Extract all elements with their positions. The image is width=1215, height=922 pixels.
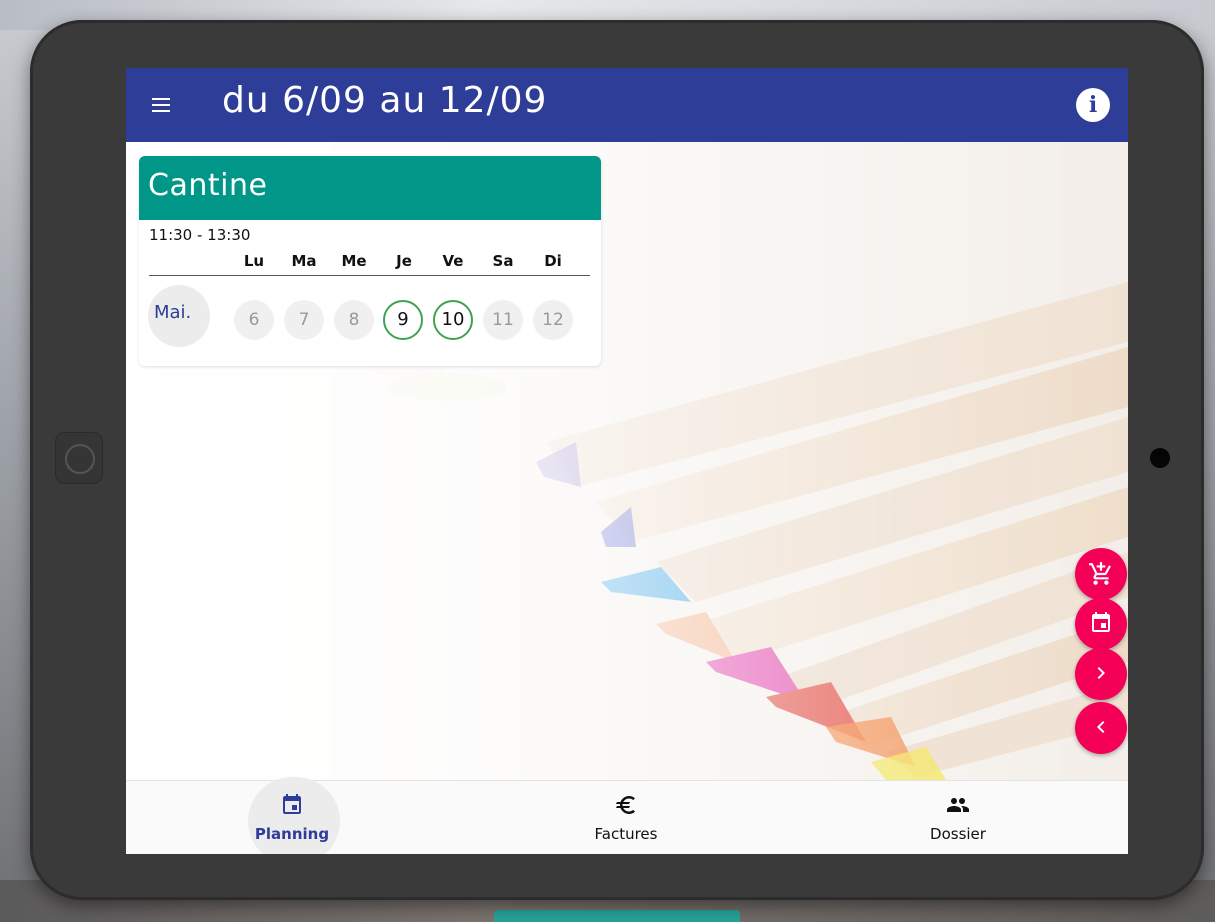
row-label: Mai. [154,302,192,323]
day-6[interactable]: 6 [234,300,274,340]
day-header: Lu [243,252,265,270]
stand-tab [494,910,740,922]
nav-item-dossier[interactable]: Dossier [858,781,1058,854]
calendar-icon [1092,612,1110,632]
day-headers: Lu Ma Me Je Ve Sa Di [139,252,601,274]
previous-week-button[interactable] [1075,702,1127,754]
day-header: Je [396,252,412,270]
nav-label: Dossier [930,825,986,843]
bottom-navigation: Planning Factures Dossier [126,777,1128,854]
calendar-button[interactable] [1075,598,1127,650]
nav-label: Factures [594,825,658,843]
add-to-cart-button[interactable] [1075,548,1127,600]
card-title: Cantine [139,156,601,220]
day-header: Me [341,252,367,270]
nav-item-planning[interactable]: Planning [192,781,392,854]
day-7[interactable]: 7 [284,300,324,340]
day-header: Di [544,252,562,270]
calendar-icon [283,794,301,814]
nav-label: Planning [254,825,330,843]
next-week-button[interactable] [1075,648,1127,700]
menu-icon[interactable] [152,98,170,112]
page-title: du 6/09 au 12/09 [222,80,548,121]
add-to-cart-icon [1089,562,1111,585]
nav-item-factures[interactable]: Factures [526,781,726,854]
day-8[interactable]: 8 [334,300,374,340]
row-label-button[interactable]: Mai. [148,285,210,347]
day-header: Ve [442,252,464,270]
app-bar: du 6/09 au 12/09 i [126,68,1128,142]
cantine-card: Cantine 11:30 - 13:30 Lu Ma Me Je Ve Sa … [139,156,601,366]
day-12[interactable]: 12 [533,300,573,340]
day-9[interactable]: 9 [383,300,423,340]
people-icon [947,798,969,812]
chevron-left-icon [1097,721,1105,733]
time-range: 11:30 - 13:30 [149,226,251,244]
camera [1150,448,1170,468]
info-icon[interactable]: i [1076,88,1110,122]
day-11[interactable]: 11 [483,300,523,340]
header-divider [149,275,590,276]
day-header: Ma [291,252,317,270]
day-10[interactable]: 10 [433,300,473,340]
app-screen: du 6/09 au 12/09 i Cantine 11:30 - 13:30… [126,68,1128,854]
day-header: Sa [492,252,514,270]
home-button[interactable] [55,432,103,484]
euro-icon [616,796,635,814]
chevron-right-icon [1097,667,1105,679]
